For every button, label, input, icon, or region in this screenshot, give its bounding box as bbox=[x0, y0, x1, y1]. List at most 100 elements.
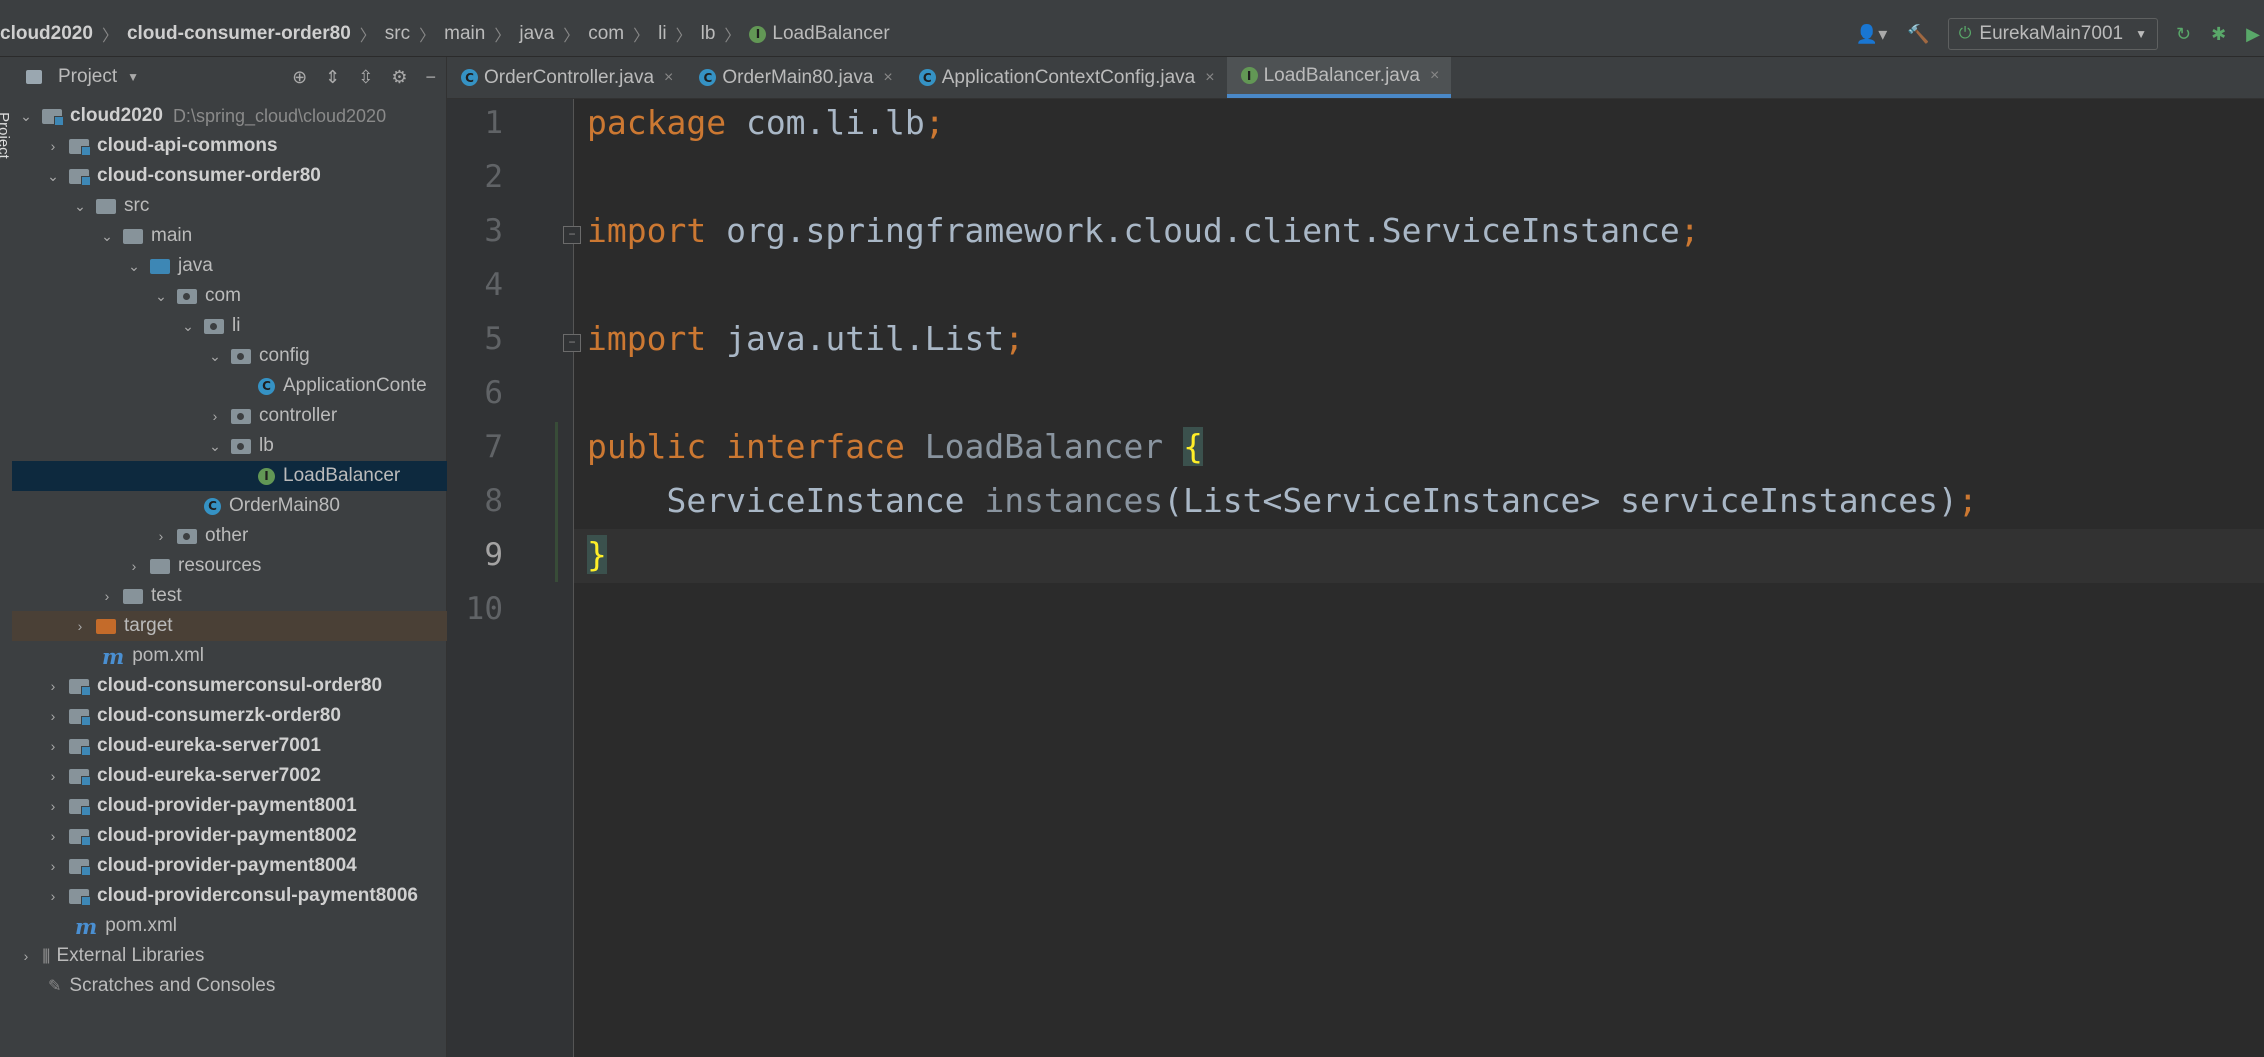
chevron-right-icon[interactable]: › bbox=[126, 558, 142, 574]
chevron-right-icon[interactable]: › bbox=[153, 528, 169, 544]
hide-minus-icon[interactable]: − bbox=[425, 67, 436, 88]
tree-node-module[interactable]: › cloud-eureka-server7001 bbox=[12, 731, 479, 761]
run-configuration-select[interactable]: ⏻ EurekaMain7001 ▼ bbox=[1947, 18, 2158, 50]
chevron-right-icon[interactable]: › bbox=[45, 888, 61, 904]
close-icon[interactable]: × bbox=[883, 69, 892, 87]
tab-order-main80[interactable]: C OrderMain80.java × bbox=[685, 57, 904, 98]
class-icon: C bbox=[258, 377, 275, 395]
debug-bug-icon[interactable]: ✱ bbox=[2211, 24, 2226, 45]
breadcrumb-item[interactable]: cloud-consumer-order80 bbox=[127, 23, 351, 45]
locate-target-icon[interactable]: ⊕ bbox=[292, 67, 307, 88]
breadcrumb-item[interactable]: li bbox=[658, 23, 666, 45]
chevron-down-icon[interactable]: ⌄ bbox=[180, 318, 196, 335]
keyword-token: import bbox=[587, 211, 707, 250]
expand-all-icon[interactable]: ⇕ bbox=[325, 67, 340, 88]
tree-node-external-libraries[interactable]: › ||| External Libraries bbox=[12, 941, 452, 971]
project-stripe-button[interactable]: Project bbox=[0, 112, 12, 159]
tab-load-balancer-active[interactable]: I LoadBalancer.java × bbox=[1226, 57, 1452, 98]
tab-order-controller[interactable]: C OrderController.java × bbox=[447, 57, 685, 98]
chevron-right-icon[interactable]: › bbox=[45, 678, 61, 694]
tree-node-root[interactable]: ⌄ cloud2020 D:\spring_cloud\cloud2020 bbox=[12, 101, 452, 131]
breadcrumb-item[interactable]: com bbox=[588, 23, 624, 45]
tree-node-file[interactable]: m pom.xml bbox=[12, 911, 509, 941]
breadcrumb-item[interactable]: lb bbox=[701, 23, 716, 45]
tree-node-label: cloud-providerconsul-payment8006 bbox=[97, 885, 418, 906]
chevron-right-icon[interactable]: › bbox=[99, 588, 115, 604]
editor-tabs: C OrderController.java × C OrderMain80.j… bbox=[447, 57, 2264, 99]
tree-node-label: Scratches and Consoles bbox=[69, 975, 276, 996]
code-editor[interactable]: 1 2 3 4 5 6 7 8 9 10 − − package com.li.… bbox=[447, 99, 2264, 1057]
breadcrumb-item[interactable]: src bbox=[385, 23, 410, 45]
chevron-right-icon[interactable]: › bbox=[72, 618, 88, 634]
run-configuration-label: EurekaMain7001 bbox=[1979, 23, 2124, 44]
tree-node-label: controller bbox=[259, 405, 338, 426]
line-number: 4 bbox=[484, 267, 503, 303]
tree-node-label: cloud-provider-payment8001 bbox=[97, 795, 357, 816]
tree-node-label: cloud-eureka-server7002 bbox=[97, 765, 321, 786]
close-icon[interactable]: × bbox=[1205, 69, 1214, 87]
chevron-right-icon[interactable]: › bbox=[45, 798, 61, 814]
chevron-down-icon[interactable]: ⌄ bbox=[72, 198, 88, 215]
chevron-right-icon: 〉 bbox=[101, 28, 118, 45]
chevron-right-icon[interactable]: › bbox=[45, 708, 61, 724]
keyword-token: package bbox=[587, 103, 727, 142]
code-line-9: } bbox=[587, 535, 607, 574]
chevron-down-icon[interactable]: ⌄ bbox=[153, 288, 169, 305]
collapse-all-icon[interactable]: ⇳ bbox=[358, 67, 373, 88]
vcs-change-marker bbox=[555, 422, 558, 582]
breadcrumb-item[interactable]: cloud2020 bbox=[0, 23, 93, 45]
fold-minus-icon[interactable]: − bbox=[563, 334, 581, 352]
chevron-down-icon[interactable]: ⌄ bbox=[207, 348, 223, 365]
chevron-right-icon[interactable]: › bbox=[45, 738, 61, 754]
folder-icon bbox=[96, 198, 116, 214]
chevron-right-icon[interactable]: › bbox=[18, 948, 34, 964]
tree-node-module[interactable]: › cloud-consumerconsul-order80 bbox=[12, 671, 479, 701]
fold-minus-icon[interactable]: − bbox=[563, 226, 581, 244]
chevron-right-icon[interactable]: › bbox=[45, 138, 61, 154]
chevron-right-icon[interactable]: › bbox=[45, 768, 61, 784]
tree-node-module[interactable]: › cloud-provider-payment8001 bbox=[12, 791, 479, 821]
build-hammer-icon[interactable]: 🔨 bbox=[1907, 24, 1929, 45]
tree-node-module[interactable]: › cloud-providerconsul-payment8006 bbox=[12, 881, 479, 911]
chevron-right-icon[interactable]: › bbox=[207, 408, 223, 424]
gear-icon[interactable]: ⚙ bbox=[391, 67, 407, 88]
breadcrumb-item[interactable]: java bbox=[519, 23, 554, 45]
tree-node-module[interactable]: › cloud-eureka-server7002 bbox=[12, 761, 479, 791]
tree-node-module[interactable]: › cloud-provider-payment8004 bbox=[12, 851, 479, 881]
chevron-down-icon[interactable]: ⌄ bbox=[126, 258, 142, 275]
line-number: 6 bbox=[484, 375, 503, 411]
tree-node-folder[interactable]: ⌄ src bbox=[12, 191, 506, 221]
breadcrumb-item[interactable]: main bbox=[444, 23, 485, 45]
run-icon[interactable]: ▶ bbox=[2246, 24, 2260, 45]
code-line-1: package com.li.lb; bbox=[587, 103, 945, 142]
chevron-down-icon[interactable]: ⌄ bbox=[207, 438, 223, 455]
tree-node-module[interactable]: › cloud-api-commons bbox=[12, 131, 479, 161]
project-view-selector[interactable]: Project bbox=[58, 66, 117, 88]
brace-token: } bbox=[587, 535, 607, 574]
tree-node-folder-excluded[interactable]: › target bbox=[12, 611, 506, 641]
tab-label: OrderMain80.java bbox=[722, 66, 874, 88]
close-icon[interactable]: × bbox=[664, 69, 673, 87]
package-icon bbox=[177, 288, 197, 304]
module-folder-icon bbox=[69, 678, 91, 696]
rerun-icon[interactable]: ↻ bbox=[2176, 24, 2191, 45]
tree-node-label: src bbox=[124, 195, 150, 216]
chevron-right-icon: 〉 bbox=[359, 28, 376, 45]
chevron-down-icon[interactable]: ⌄ bbox=[45, 168, 61, 185]
dropdown-arrow-icon[interactable]: ▼ bbox=[127, 70, 139, 84]
tree-node-module[interactable]: › cloud-consumerzk-order80 bbox=[12, 701, 479, 731]
chevron-right-icon[interactable]: › bbox=[45, 858, 61, 874]
tree-node-scratches[interactable]: ✎ Scratches and Consoles bbox=[12, 971, 482, 1001]
chevron-right-icon[interactable]: › bbox=[45, 828, 61, 844]
breadcrumb: cloud2020 〉 cloud-consumer-order80 〉 src… bbox=[0, 12, 890, 56]
tree-node-module[interactable]: ⌄ cloud-consumer-order80 bbox=[12, 161, 479, 191]
user-account-icon[interactable]: 👤▾ bbox=[1856, 24, 1887, 45]
chevron-down-icon[interactable]: ⌄ bbox=[99, 228, 115, 245]
chevron-down-icon[interactable]: ⌄ bbox=[18, 108, 34, 125]
package-icon bbox=[231, 438, 251, 454]
close-icon[interactable]: × bbox=[1430, 67, 1439, 85]
tab-application-context-config[interactable]: C ApplicationContextConfig.java × bbox=[905, 57, 1227, 98]
tree-node-module[interactable]: › cloud-provider-payment8002 bbox=[12, 821, 479, 851]
breadcrumb-current[interactable]: LoadBalancer bbox=[772, 23, 889, 45]
line-number: 2 bbox=[484, 159, 503, 195]
